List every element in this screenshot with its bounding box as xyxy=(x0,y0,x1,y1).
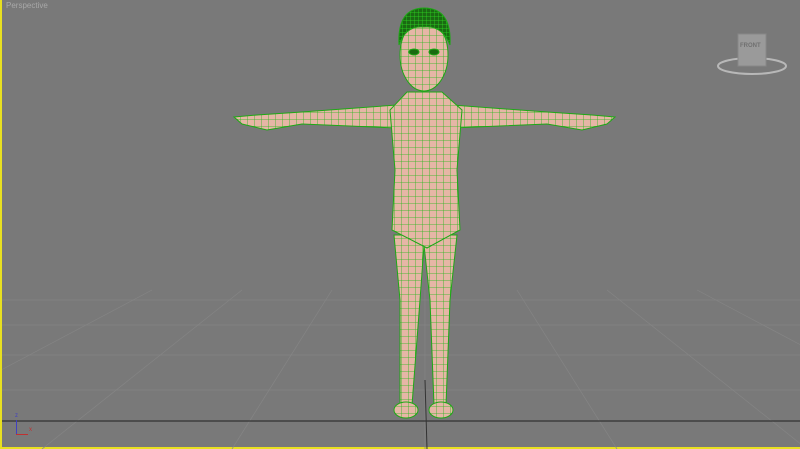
arm-right xyxy=(451,104,617,131)
z-axis-label: z xyxy=(15,413,18,419)
x-axis-icon xyxy=(16,434,28,435)
arm-left xyxy=(232,104,398,131)
viewcube[interactable]: FRONT xyxy=(716,30,788,78)
torso xyxy=(389,91,463,249)
legs xyxy=(393,234,458,406)
z-axis-icon xyxy=(16,420,17,434)
foot-right xyxy=(428,401,454,419)
viewcube-front-face[interactable]: FRONT xyxy=(740,43,761,49)
x-axis-label: x xyxy=(29,427,32,433)
foot-left xyxy=(393,401,419,419)
scene xyxy=(2,7,800,449)
viewcube-box xyxy=(737,33,767,67)
character-mesh xyxy=(232,7,617,419)
perspective-viewport[interactable]: Perspective FRONT z x xyxy=(0,0,800,449)
